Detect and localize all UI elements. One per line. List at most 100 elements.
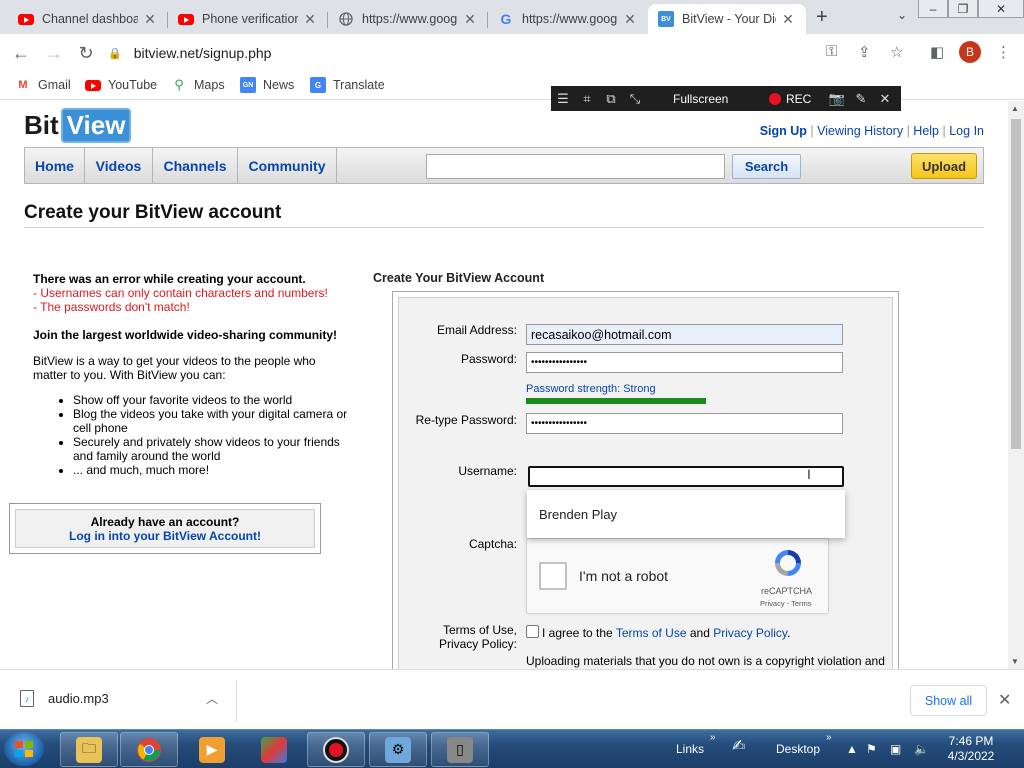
show-all-button[interactable]: Show all (910, 685, 987, 716)
close-tab-icon[interactable]: ✕ (462, 11, 478, 28)
desktop-toolbar[interactable]: Desktop (776, 742, 820, 756)
taskbar-app-green[interactable] (245, 732, 303, 767)
scrollbar-thumb[interactable] (1011, 119, 1021, 449)
profile-avatar[interactable]: B (959, 41, 981, 63)
tab-title: Channel dashboard (42, 12, 138, 26)
close-download-bar-icon[interactable]: ✕ (998, 690, 1011, 710)
chevron-up-icon[interactable]: ︿ (206, 690, 218, 707)
show-hidden-icons-icon[interactable]: ▲ (846, 742, 858, 756)
tab-channel-dashboard[interactable]: Channel dashboard ✕ (8, 4, 168, 34)
signup-link[interactable]: Sign Up (760, 124, 807, 138)
taskbar-recorder[interactable] (307, 732, 365, 767)
links-toolbar[interactable]: Links (676, 742, 704, 756)
links-expand-icon[interactable]: » (710, 732, 716, 743)
tab-phone-verification[interactable]: Phone verification ✕ (168, 4, 328, 34)
bookmark-maps[interactable]: ⚲ Maps (171, 77, 225, 93)
upload-button[interactable]: Upload (911, 153, 977, 179)
region-icon[interactable]: ⌗ (575, 91, 599, 107)
windows-logo-icon (15, 741, 33, 757)
key-icon[interactable]: ⚿ (826, 43, 837, 60)
lock-icon[interactable]: 🔒 (108, 47, 122, 60)
email-field[interactable]: recasaikoo@hotmail.com (526, 324, 843, 345)
desktop-expand-icon[interactable]: » (826, 732, 832, 743)
menu-icon[interactable]: ☰ (551, 91, 575, 107)
privacy-policy-link[interactable]: Privacy Policy (713, 626, 787, 640)
nav-channels[interactable]: Channels (153, 148, 238, 183)
bookmark-youtube[interactable]: YouTube (85, 77, 157, 93)
nav-home[interactable]: Home (25, 148, 85, 183)
tab-bitview[interactable]: BV BitView - Your Digital Video Reposito… (648, 4, 806, 34)
tab-google-2[interactable]: G https://www.google.com ✕ (488, 4, 648, 34)
taskbar-chrome[interactable] (120, 732, 178, 767)
bookmark-star-icon[interactable]: ☆ (890, 43, 903, 61)
new-tab-icon[interactable]: + (816, 6, 828, 29)
close-tab-icon[interactable]: ✕ (622, 11, 638, 28)
taskbar-computer[interactable]: ▯ (431, 732, 489, 767)
resize-icon[interactable]: ⤡ (623, 91, 647, 107)
back-icon[interactable]: ← (10, 42, 32, 64)
terms-label-line: Privacy Policy: (438, 637, 517, 651)
minimize-icon[interactable]: – (918, 0, 948, 18)
page-scrollbar[interactable]: ▲ ▼ (1008, 101, 1024, 669)
volume-icon[interactable]: 🔈 (914, 742, 929, 756)
taskbar-control-panel[interactable]: ⚙ (369, 732, 427, 767)
share-icon[interactable]: ⇪ (858, 43, 871, 61)
fullscreen-label[interactable]: Fullscreen (673, 92, 763, 106)
scroll-down-icon[interactable]: ▼ (1011, 657, 1019, 666)
bookmark-gmail[interactable]: M Gmail (15, 77, 70, 93)
nav-community[interactable]: Community (238, 148, 337, 183)
menu-kebab-icon[interactable]: ⋮ (996, 43, 1011, 61)
viewing-history-link[interactable]: Viewing History (817, 124, 903, 138)
tab-search-chevron-icon[interactable]: ⌄ (897, 8, 907, 22)
youtube-icon (18, 11, 34, 27)
close-tab-icon[interactable]: ✕ (142, 11, 158, 28)
scroll-up-icon[interactable]: ▲ (1011, 104, 1019, 113)
forward-icon[interactable]: → (43, 42, 65, 64)
url-bar[interactable]: 🔒 bitview.net/signup.php (108, 39, 916, 67)
record-icon (323, 736, 349, 763)
action-center-icon[interactable]: ⚑ (866, 742, 877, 756)
notepad-icon[interactable]: ✍ (732, 736, 745, 756)
bookmark-label: Maps (194, 78, 225, 92)
recaptcha-terms[interactable]: Privacy - Terms (760, 599, 812, 608)
nav-videos[interactable]: Videos (85, 148, 153, 183)
bookmark-translate[interactable]: G Translate (310, 77, 385, 93)
taskbar-media-player[interactable]: ▶ (183, 732, 241, 767)
login-box-link[interactable]: Log in into your BitView Account! (69, 529, 261, 543)
close-recorder-icon[interactable]: ✕ (873, 91, 897, 107)
bitview-logo[interactable]: Bit View (24, 107, 132, 143)
bookmark-news[interactable]: GN News (240, 77, 294, 93)
tab-google-1[interactable]: https://www.google.com ✕ (328, 4, 488, 34)
close-tab-icon[interactable]: ✕ (780, 11, 796, 28)
recaptcha-checkbox[interactable] (539, 562, 567, 590)
camera-icon[interactable]: 📷 (825, 91, 849, 107)
login-box-heading: Already have an account? (90, 515, 240, 529)
network-icon[interactable]: ▣ (890, 742, 901, 756)
login-link[interactable]: Log In (949, 124, 984, 138)
agree-terms-checkbox[interactable] (526, 625, 539, 638)
address-toolbar: ← → ↻ 🔒 bitview.net/signup.php ⚿ ⇪ ☆ ◧ ⋮ (0, 34, 1024, 72)
retype-password-field[interactable]: •••••••••••••••• (526, 413, 843, 434)
download-item[interactable]: ♪ audio.mp3 (20, 690, 109, 707)
page-title: Create your BitView account (24, 202, 282, 223)
site-search-input[interactable] (426, 154, 725, 179)
search-button[interactable]: Search (732, 154, 801, 179)
reload-icon[interactable]: ↻ (75, 42, 97, 64)
help-link[interactable]: Help (913, 124, 939, 138)
password-field[interactable]: •••••••••••••••• (526, 352, 843, 373)
close-window-icon[interactable]: ✕ (978, 0, 1024, 18)
terms-of-use-link[interactable]: Terms of Use (616, 626, 687, 640)
terms-label: Terms of Use, Privacy Policy: (387, 623, 517, 651)
taskbar-explorer[interactable]: 🗀 (60, 732, 118, 767)
pen-icon[interactable]: ✎ (849, 91, 873, 107)
crop-icon[interactable]: ⧉ (599, 91, 623, 107)
side-panel-icon[interactable]: ◧ (930, 43, 944, 61)
translate-icon: G (310, 77, 326, 93)
username-field[interactable] (528, 466, 844, 487)
autocomplete-suggestion[interactable]: Brenden Play (527, 490, 845, 538)
start-button[interactable] (4, 732, 44, 766)
system-clock[interactable]: 7:46 PM 4/3/2022 (940, 734, 1002, 764)
close-tab-icon[interactable]: ✕ (302, 11, 318, 28)
restore-icon[interactable]: ❐ (948, 0, 978, 18)
record-button[interactable]: REC (769, 92, 825, 106)
